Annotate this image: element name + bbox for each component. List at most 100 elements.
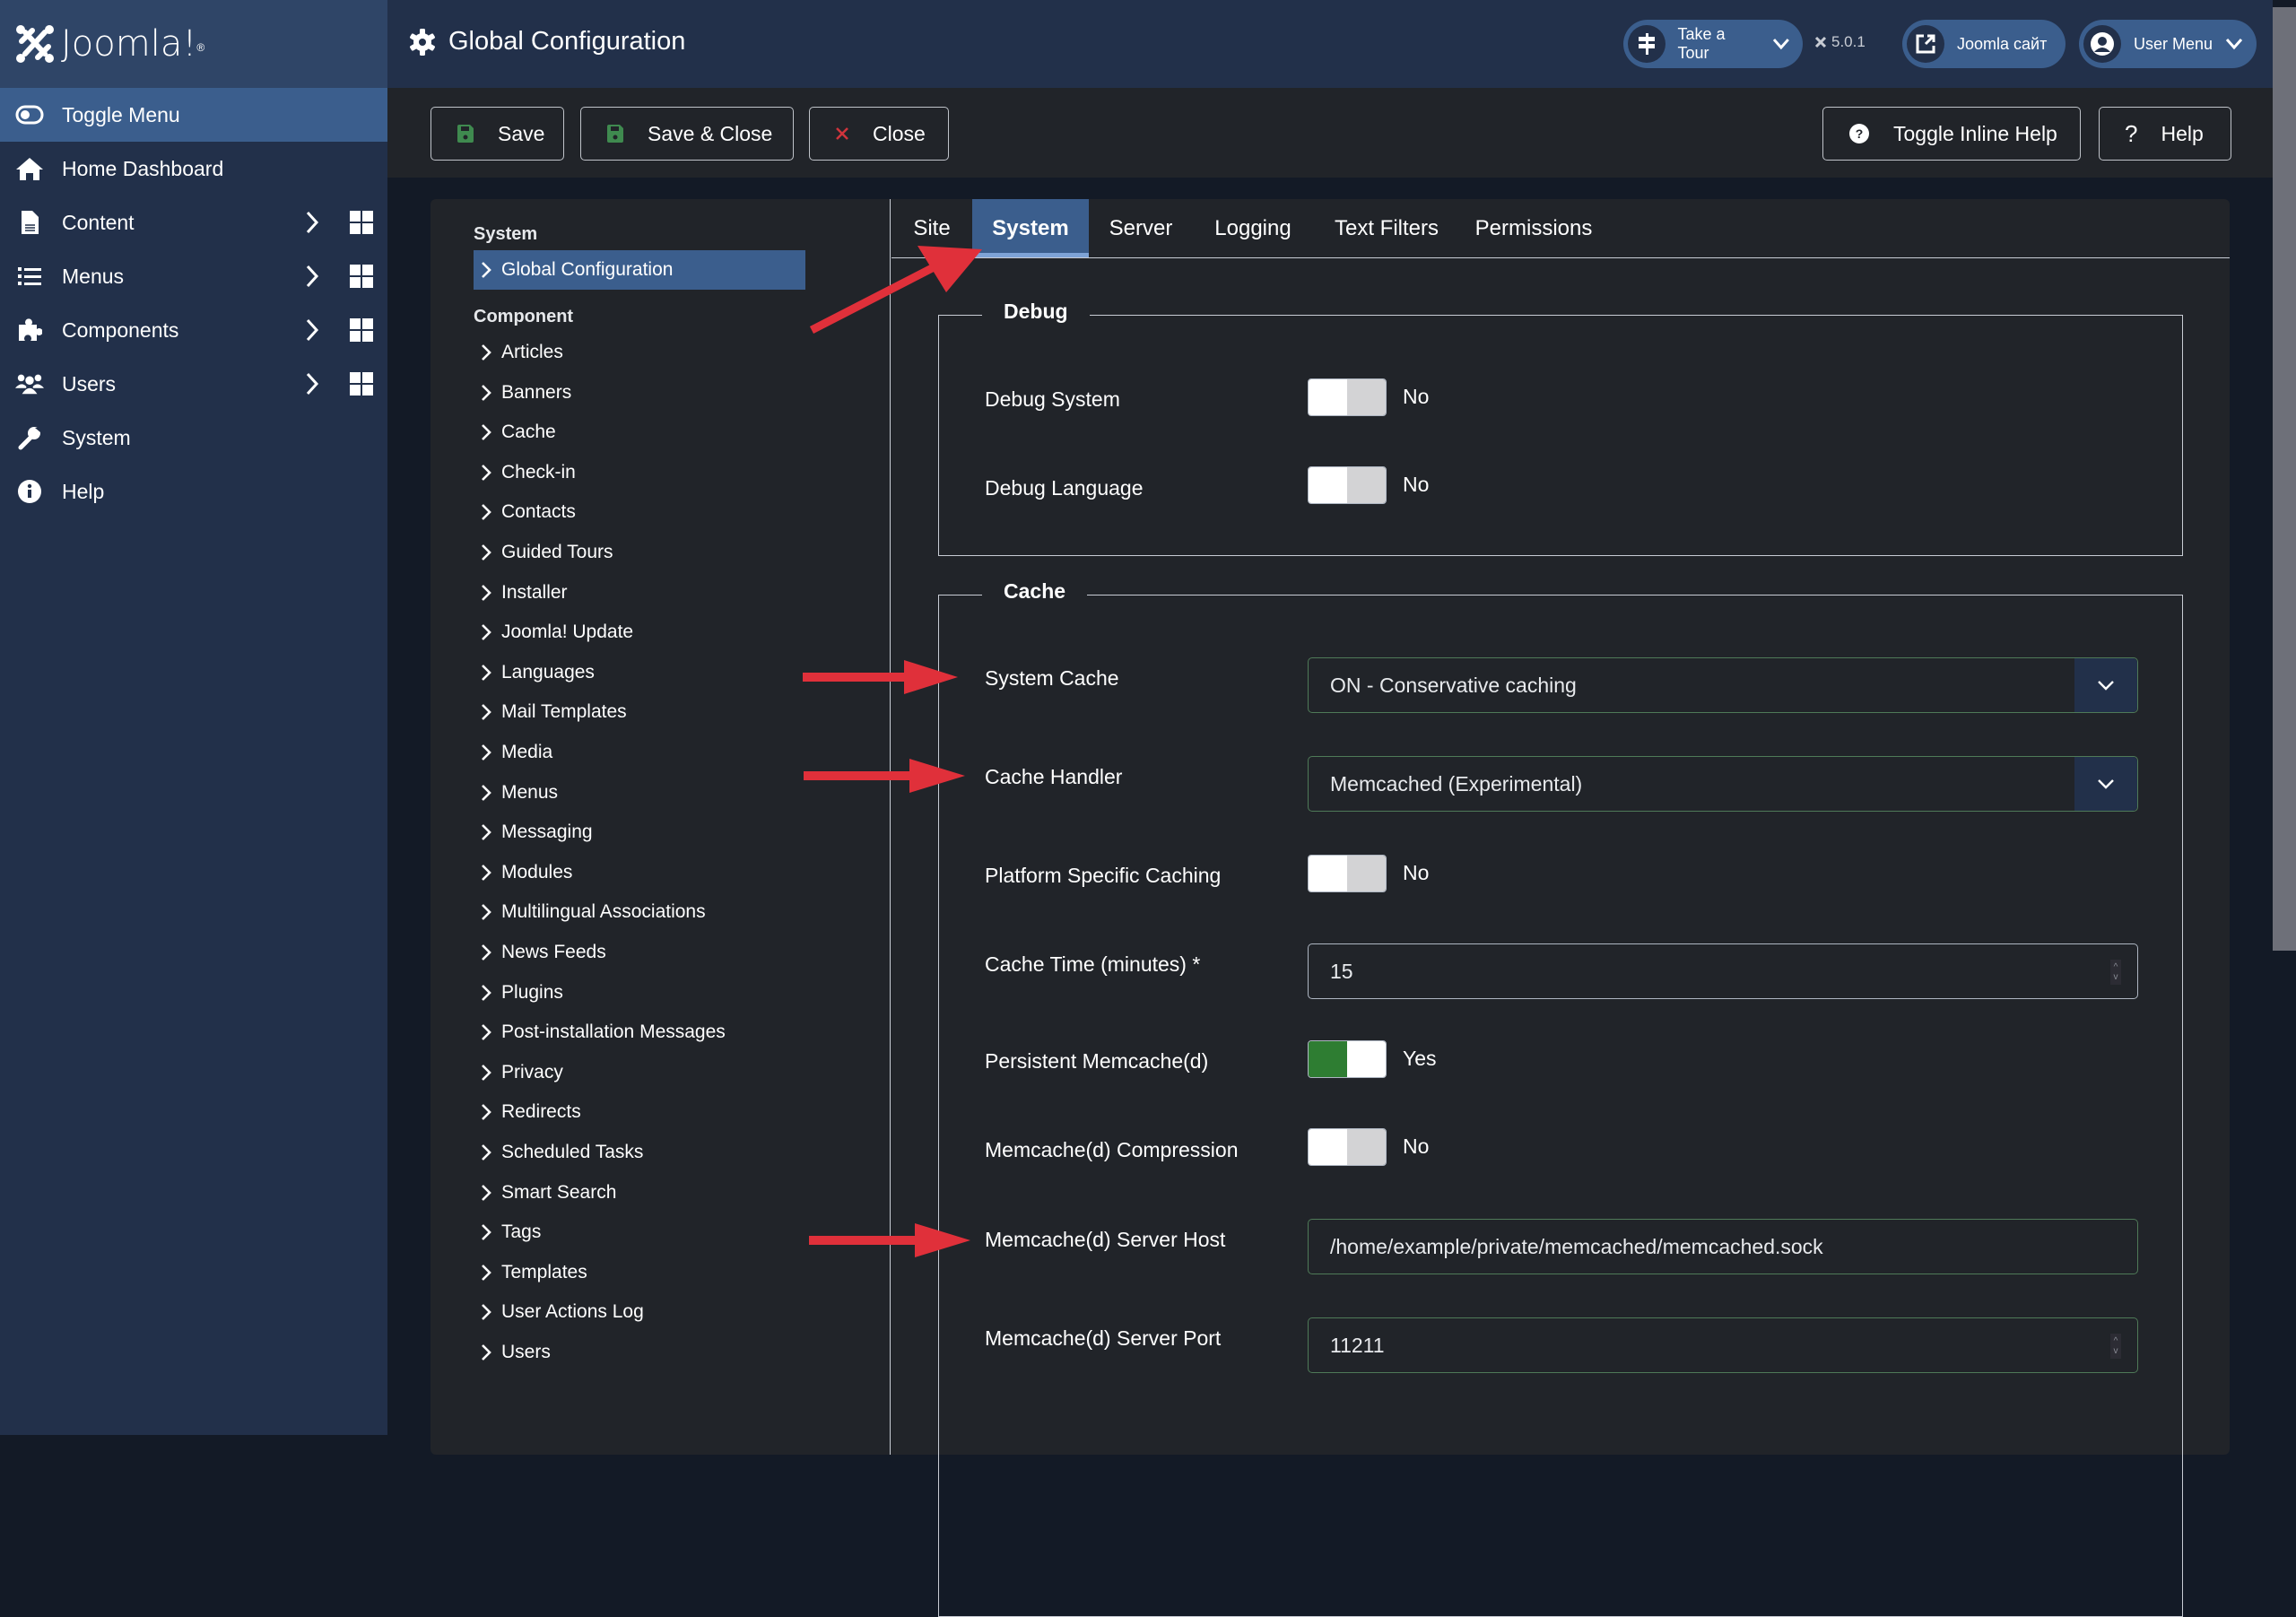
chevron-right-icon[interactable] [303,370,321,397]
nav-item-cache[interactable]: Cache [474,413,556,452]
nav-item-post-installation-messages[interactable]: Post-installation Messages [474,1013,726,1052]
chevron-right-icon [482,1144,491,1161]
dashboard-grid-icon[interactable] [350,318,373,342]
chevron-right-icon[interactable] [303,263,321,290]
platform-caching-value: No [1403,861,1430,884]
debug-system-toggle[interactable] [1308,378,1387,416]
nav-item-scheduled-tasks[interactable]: Scheduled Tasks [474,1133,643,1172]
tab-permissions[interactable]: Permissions [1460,199,1607,257]
sidebar-item-label: System [62,425,131,449]
tab-server[interactable]: Server [1089,199,1193,257]
server-port-input[interactable]: 11211 ^ v [1308,1317,2138,1373]
save-icon [457,124,474,143]
gear-icon [410,28,435,56]
number-spinner-icon[interactable]: ^ v [2110,960,2121,985]
nav-item-multilingual-associations[interactable]: Multilingual Associations [474,892,706,932]
nav-item-global-configuration[interactable]: Global Configuration [474,250,805,290]
tab-text-filters[interactable]: Text Filters [1313,199,1460,257]
sidebar-item-toggle-menu[interactable]: Toggle Menu [0,88,387,142]
save-close-button[interactable]: Save & Close [580,107,794,161]
sidebar-item-help[interactable]: Help [0,465,387,518]
sidebar-item-home-dashboard[interactable]: Home Dashboard [0,142,387,196]
chevron-right-icon [482,984,491,1001]
nav-item-news-feeds[interactable]: News Feeds [474,933,606,972]
sidebar-item-label: Content [62,210,135,234]
number-spinner-icon[interactable]: ^ v [2110,1334,2121,1359]
nav-item-media[interactable]: Media [474,733,552,772]
nav-item-installer[interactable]: Installer [474,573,568,613]
sidebar-item-system[interactable]: System [0,411,387,465]
chevron-right-icon[interactable] [303,209,321,236]
take-a-tour-button[interactable]: Take a Tour [1623,20,1803,68]
user-menu-button[interactable]: User Menu [2079,20,2257,68]
memcache-compression-label: Memcache(d) Compression [985,1138,1239,1161]
nav-item-tags[interactable]: Tags [474,1213,541,1252]
chevron-right-icon[interactable] [303,317,321,343]
chevron-right-icon [482,864,491,881]
save-button[interactable]: Save [430,107,564,161]
sidebar-item-menus[interactable]: Menus [0,249,387,303]
nav-item-mail-templates[interactable]: Mail Templates [474,692,627,732]
scroll-up-arrow-icon[interactable] [2273,0,2296,7]
nav-item-articles[interactable]: Articles [474,333,563,372]
debug-language-toggle[interactable] [1308,466,1387,504]
nav-item-plugins[interactable]: Plugins [474,973,563,1013]
chevron-right-icon [482,944,491,961]
chevron-down-icon [2074,658,2137,712]
page-scrollbar[interactable] [2273,0,2296,1435]
toggle-inline-help-button[interactable]: ? Toggle Inline Help [1822,107,2081,161]
sidebar-item-users[interactable]: Users [0,357,387,411]
nav-item-smart-search[interactable]: Smart Search [474,1173,616,1213]
chevron-right-icon [482,1304,491,1321]
cache-time-input[interactable]: 15 ^ v [1308,943,2138,999]
debug-system-value: No [1403,385,1430,408]
tab-logging[interactable]: Logging [1193,199,1313,257]
server-host-input[interactable]: /home/example/private/memcached/memcache… [1308,1219,2138,1274]
nav-item-contacts[interactable]: Contacts [474,492,576,532]
nav-item-redirects[interactable]: Redirects [474,1092,581,1132]
nav-item-templates[interactable]: Templates [474,1253,587,1292]
nav-item-users[interactable]: Users [474,1333,551,1372]
chevron-down-icon [2225,39,2243,50]
platform-caching-toggle[interactable] [1308,855,1387,892]
dashboard-grid-icon[interactable] [350,372,373,396]
joomla-logo-icon [16,25,54,63]
nav-item-joomla-update[interactable]: Joomla! Update [474,613,633,652]
persistent-memcache-toggle[interactable] [1308,1040,1387,1078]
nav-heading-component: Component [474,307,574,326]
nav-item-guided-tours[interactable]: Guided Tours [474,533,613,572]
chevron-right-icon [482,1224,491,1241]
debug-language-value: No [1403,473,1430,496]
nav-item-menus[interactable]: Menus [474,773,558,813]
memcache-compression-toggle[interactable] [1308,1128,1387,1166]
system-cache-label: System Cache [985,666,1119,690]
nav-item-banners[interactable]: Banners [474,373,571,413]
system-cache-select[interactable]: ON - Conservative caching [1308,657,2138,713]
view-site-button[interactable]: Joomla сайт [1902,20,2066,68]
component-nav: System Global Configuration Component Ar… [430,199,891,1455]
dashboard-grid-icon[interactable] [350,211,373,234]
close-button[interactable]: Close [809,107,949,161]
nav-item-check-in[interactable]: Check-in [474,453,576,492]
nav-item-messaging[interactable]: Messaging [474,813,593,852]
signpost-icon [1628,25,1665,63]
help-button[interactable]: ? Help [2099,107,2231,161]
nav-item-user-actions-log[interactable]: User Actions Log [474,1292,644,1332]
nav-item-modules[interactable]: Modules [474,853,572,892]
sidebar-item-components[interactable]: Components [0,303,387,357]
chevron-right-icon [482,384,491,401]
dashboard-grid-icon[interactable] [350,265,373,288]
page-title: Global Configuration [409,27,685,57]
nav-item-privacy[interactable]: Privacy [474,1053,563,1092]
nav-item-languages[interactable]: Languages [474,653,595,692]
joomla-logo[interactable]: Joomla! ® [0,0,387,88]
sidebar-item-content[interactable]: Content [0,196,387,249]
chevron-right-icon [482,704,491,721]
sidebar-item-label: Home Dashboard [62,156,224,180]
cache-handler-select[interactable]: Memcached (Experimental) [1308,756,2138,812]
toolbar: Save Save & Close Close ? Toggle Inline … [387,88,2273,178]
scrollbar-thumb[interactable] [2273,7,2296,951]
cache-fieldset: Cache [938,579,2183,1617]
server-host-label: Memcache(d) Server Host [985,1228,1226,1251]
page-title-text: Global Configuration [448,27,686,56]
